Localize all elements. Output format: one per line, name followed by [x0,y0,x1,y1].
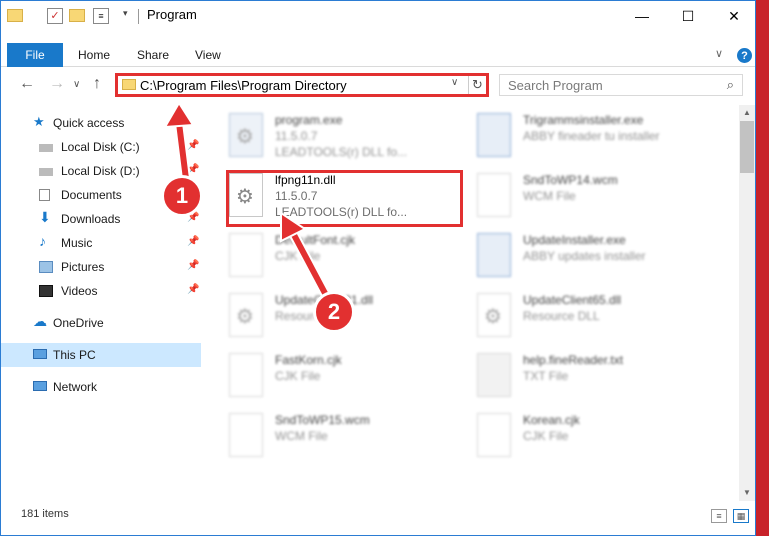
arrow-2-shaft [290,230,330,300]
arrow-1-head [163,101,195,129]
annotation-arrows [163,101,332,302]
step-1-marker: 1 [161,175,203,217]
step-2-marker: 2 [313,291,355,333]
explorer-window: ✓ ≡ ▾ Program — ☐ ✕ File Home Share View… [0,0,756,536]
